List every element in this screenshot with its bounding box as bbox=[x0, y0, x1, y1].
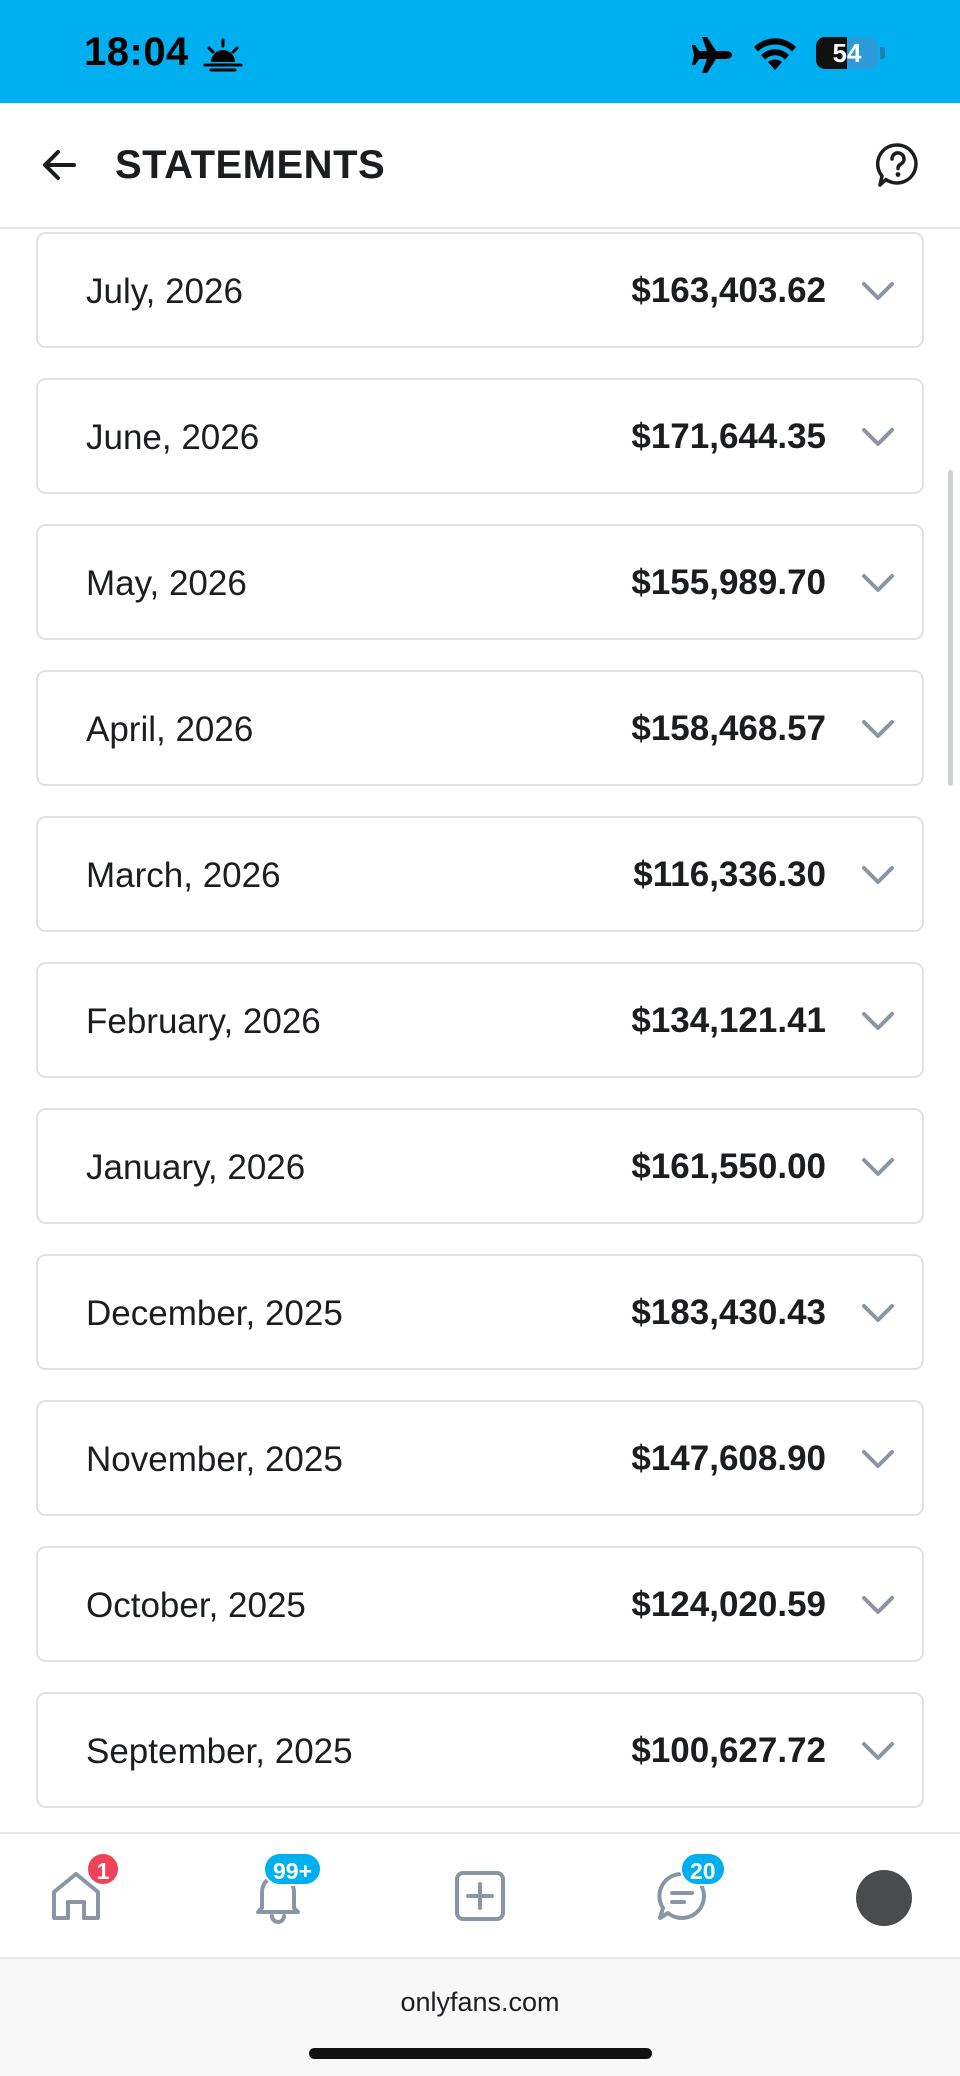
statement-month: July, 2026 bbox=[86, 272, 243, 311]
chevron-down-icon[interactable] bbox=[860, 1006, 896, 1036]
statement-amount: $155,989.70 bbox=[631, 563, 826, 602]
statement-month: June, 2026 bbox=[86, 418, 260, 457]
statement-amount: $124,020.59 bbox=[631, 1585, 826, 1624]
statement-month: May, 2026 bbox=[86, 564, 247, 603]
home-indicator[interactable] bbox=[309, 2048, 652, 2059]
scrollbar[interactable] bbox=[948, 470, 953, 786]
statement-amount: $134,121.41 bbox=[631, 1001, 826, 1040]
chevron-down-icon[interactable] bbox=[860, 422, 896, 452]
status-bar: 18:04 54 bbox=[0, 0, 960, 103]
arrow-left-icon[interactable] bbox=[36, 141, 84, 189]
statements-list: July, 2026 $163,403.62 June, 2026 $171,6… bbox=[0, 229, 960, 1832]
chevron-down-icon[interactable] bbox=[860, 714, 896, 744]
statement-amount: $116,336.30 bbox=[633, 855, 826, 894]
statement-amount: $163,403.62 bbox=[631, 271, 826, 310]
battery-tip bbox=[880, 47, 885, 59]
statement-row[interactable]: May, 2026 $155,989.70 bbox=[36, 524, 924, 640]
statement-row[interactable]: September, 2025 $100,627.72 bbox=[36, 1692, 924, 1808]
statement-month: September, 2025 bbox=[86, 1732, 353, 1771]
statement-month: February, 2026 bbox=[86, 1002, 321, 1041]
bottom-nav: 1 99+ 20 bbox=[0, 1832, 960, 1959]
chevron-down-icon[interactable] bbox=[860, 1444, 896, 1474]
nav-notifications-button[interactable]: 99+ bbox=[218, 1834, 338, 1959]
chevron-down-icon[interactable] bbox=[860, 860, 896, 890]
statement-amount: $161,550.00 bbox=[631, 1147, 826, 1186]
statement-month: January, 2026 bbox=[86, 1148, 306, 1187]
home-badge: 1 bbox=[86, 1852, 120, 1886]
statement-month: October, 2025 bbox=[86, 1586, 306, 1625]
add-post-icon bbox=[455, 1871, 505, 1921]
airplane-mode-icon bbox=[692, 37, 732, 73]
statement-amount: $171,644.35 bbox=[631, 417, 826, 456]
avatar[interactable] bbox=[856, 1870, 912, 1926]
chevron-down-icon[interactable] bbox=[860, 1152, 896, 1182]
page-title: STATEMENTS bbox=[115, 143, 386, 187]
statement-row[interactable]: January, 2026 $161,550.00 bbox=[36, 1108, 924, 1224]
messages-badge: 20 bbox=[680, 1852, 726, 1886]
statement-amount: $183,430.43 bbox=[631, 1293, 826, 1332]
status-time: 18:04 bbox=[84, 30, 189, 74]
statement-row[interactable]: December, 2025 $183,430.43 bbox=[36, 1254, 924, 1370]
statement-row[interactable]: October, 2025 $124,020.59 bbox=[36, 1546, 924, 1662]
statement-row[interactable]: April, 2026 $158,468.57 bbox=[36, 670, 924, 786]
help-icon[interactable] bbox=[874, 141, 922, 189]
statement-row[interactable]: March, 2026 $116,336.30 bbox=[36, 816, 924, 932]
statement-month: April, 2026 bbox=[86, 710, 254, 749]
nav-messages-button[interactable]: 20 bbox=[622, 1834, 742, 1959]
statement-row[interactable]: July, 2026 $163,403.62 bbox=[36, 232, 924, 348]
sunrise-icon bbox=[203, 38, 243, 72]
chevron-down-icon[interactable] bbox=[860, 1298, 896, 1328]
nav-add-post-button[interactable] bbox=[420, 1834, 540, 1959]
statement-amount: $147,608.90 bbox=[631, 1439, 826, 1478]
statement-row[interactable]: November, 2025 $147,608.90 bbox=[36, 1400, 924, 1516]
statement-row[interactable]: June, 2026 $171,644.35 bbox=[36, 378, 924, 494]
chevron-down-icon[interactable] bbox=[860, 568, 896, 598]
wifi-icon bbox=[754, 38, 796, 70]
statement-month: December, 2025 bbox=[86, 1294, 343, 1333]
nav-home-button[interactable]: 1 bbox=[16, 1834, 136, 1959]
chevron-down-icon[interactable] bbox=[860, 276, 896, 306]
url-label[interactable]: onlyfans.com bbox=[0, 1987, 960, 2018]
statement-row[interactable]: February, 2026 $134,121.41 bbox=[36, 962, 924, 1078]
notifications-badge: 99+ bbox=[263, 1852, 323, 1886]
chevron-down-icon[interactable] bbox=[860, 1736, 896, 1766]
statement-amount: $100,627.72 bbox=[631, 1731, 826, 1770]
battery-icon: 54 bbox=[816, 37, 878, 69]
statement-amount: $158,468.57 bbox=[631, 709, 826, 748]
statement-month: November, 2025 bbox=[86, 1440, 343, 1479]
statement-month: March, 2026 bbox=[86, 856, 281, 895]
chevron-down-icon[interactable] bbox=[860, 1590, 896, 1620]
app-header: STATEMENTS bbox=[0, 103, 960, 229]
